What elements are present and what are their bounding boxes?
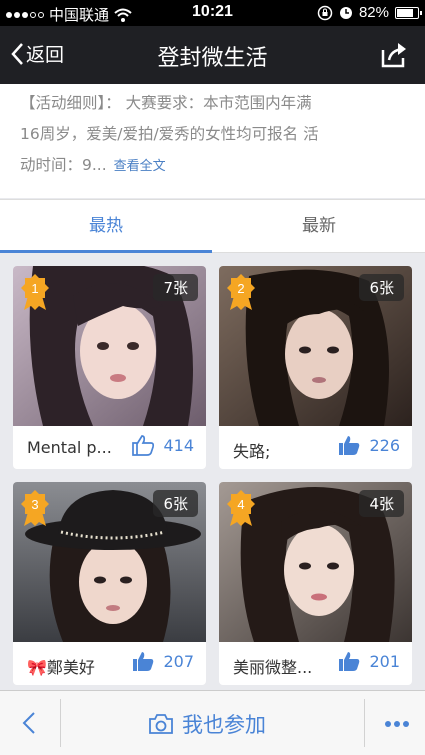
divider bbox=[364, 699, 365, 747]
photo-count-badge: 7张 bbox=[153, 274, 198, 301]
like-count: 226 bbox=[369, 435, 400, 455]
like-count: 207 bbox=[163, 651, 194, 671]
like-button[interactable]: 201 bbox=[337, 650, 400, 672]
rank-number: 4 bbox=[237, 497, 244, 512]
entry-name: 🎀鄭美好 bbox=[27, 658, 95, 677]
entry-card[interactable]: 4 4张 美丽微整... 201 bbox=[219, 482, 412, 685]
description-line: 动时间：9... bbox=[20, 156, 107, 174]
rank-medal-icon: 1 bbox=[21, 274, 49, 310]
like-count: 414 bbox=[163, 435, 194, 455]
entry-name: 美丽微整... bbox=[233, 658, 313, 677]
rank-number: 1 bbox=[31, 281, 38, 296]
share-icon[interactable] bbox=[379, 40, 409, 70]
photo-count-badge: 6张 bbox=[359, 274, 404, 301]
battery-percent: 82% bbox=[358, 4, 389, 21]
thumbs-up-outline-icon bbox=[132, 435, 155, 456]
nav-bar: 返回 登封微生活 bbox=[0, 26, 425, 84]
rotation-lock-icon bbox=[317, 5, 333, 20]
join-button[interactable]: 我也参加 bbox=[148, 709, 266, 739]
thumbs-up-filled-icon bbox=[133, 652, 154, 671]
tab-hottest[interactable]: 最热 bbox=[0, 200, 212, 252]
entry-name: Mental p... bbox=[27, 438, 112, 457]
description-line: 【活动细则】： 大赛要求：本市范围内年满 bbox=[20, 94, 312, 112]
tab-underline bbox=[0, 250, 212, 253]
rank-medal-icon: 2 bbox=[227, 274, 255, 310]
entry-card[interactable]: 3 6张 🎀鄭美好 207 bbox=[13, 482, 206, 685]
bottom-toolbar: 我也参加 bbox=[0, 690, 425, 755]
tab-bar: 最热 最新 bbox=[0, 199, 425, 253]
like-button[interactable]: 414 bbox=[131, 434, 194, 456]
thumbs-up-filled-icon bbox=[339, 436, 360, 455]
entry-card[interactable]: 2 6张 失路; 226 bbox=[219, 266, 412, 469]
rank-number: 3 bbox=[31, 497, 38, 512]
activity-description: 【活动细则】： 大赛要求：本市范围内年满 16周岁，爱美/爱拍/爱秀的女性均可报… bbox=[0, 84, 425, 198]
battery-icon bbox=[395, 6, 422, 19]
page-title: 登封微生活 bbox=[157, 46, 268, 71]
thumbs-up-filled-icon bbox=[339, 652, 360, 671]
rank-number: 2 bbox=[237, 281, 244, 296]
photo-count-badge: 6张 bbox=[153, 490, 198, 517]
entry-name: 失路; bbox=[233, 442, 271, 461]
more-options-icon[interactable] bbox=[385, 721, 409, 727]
camera-icon bbox=[149, 714, 173, 734]
rank-medal-icon: 4 bbox=[227, 490, 255, 526]
join-label: 我也参加 bbox=[182, 713, 266, 737]
read-more-link[interactable]: 查看全文 bbox=[114, 159, 166, 174]
like-button[interactable]: 226 bbox=[337, 434, 400, 456]
rank-medal-icon: 3 bbox=[21, 490, 49, 526]
status-bar: 中国联通 10:21 82% bbox=[0, 0, 425, 26]
like-button[interactable]: 207 bbox=[131, 650, 194, 672]
tab-newest[interactable]: 最新 bbox=[213, 200, 425, 252]
entry-card[interactable]: 1 7张 Mental p... 414 bbox=[13, 266, 206, 469]
like-count: 201 bbox=[369, 651, 400, 671]
chevron-left-icon[interactable] bbox=[18, 709, 42, 737]
photo-count-badge: 4张 bbox=[359, 490, 404, 517]
description-line: 16周岁，爱美/爱拍/爱秀的女性均可报名 活 bbox=[20, 125, 319, 143]
alarm-icon bbox=[339, 6, 352, 19]
divider bbox=[60, 699, 61, 747]
